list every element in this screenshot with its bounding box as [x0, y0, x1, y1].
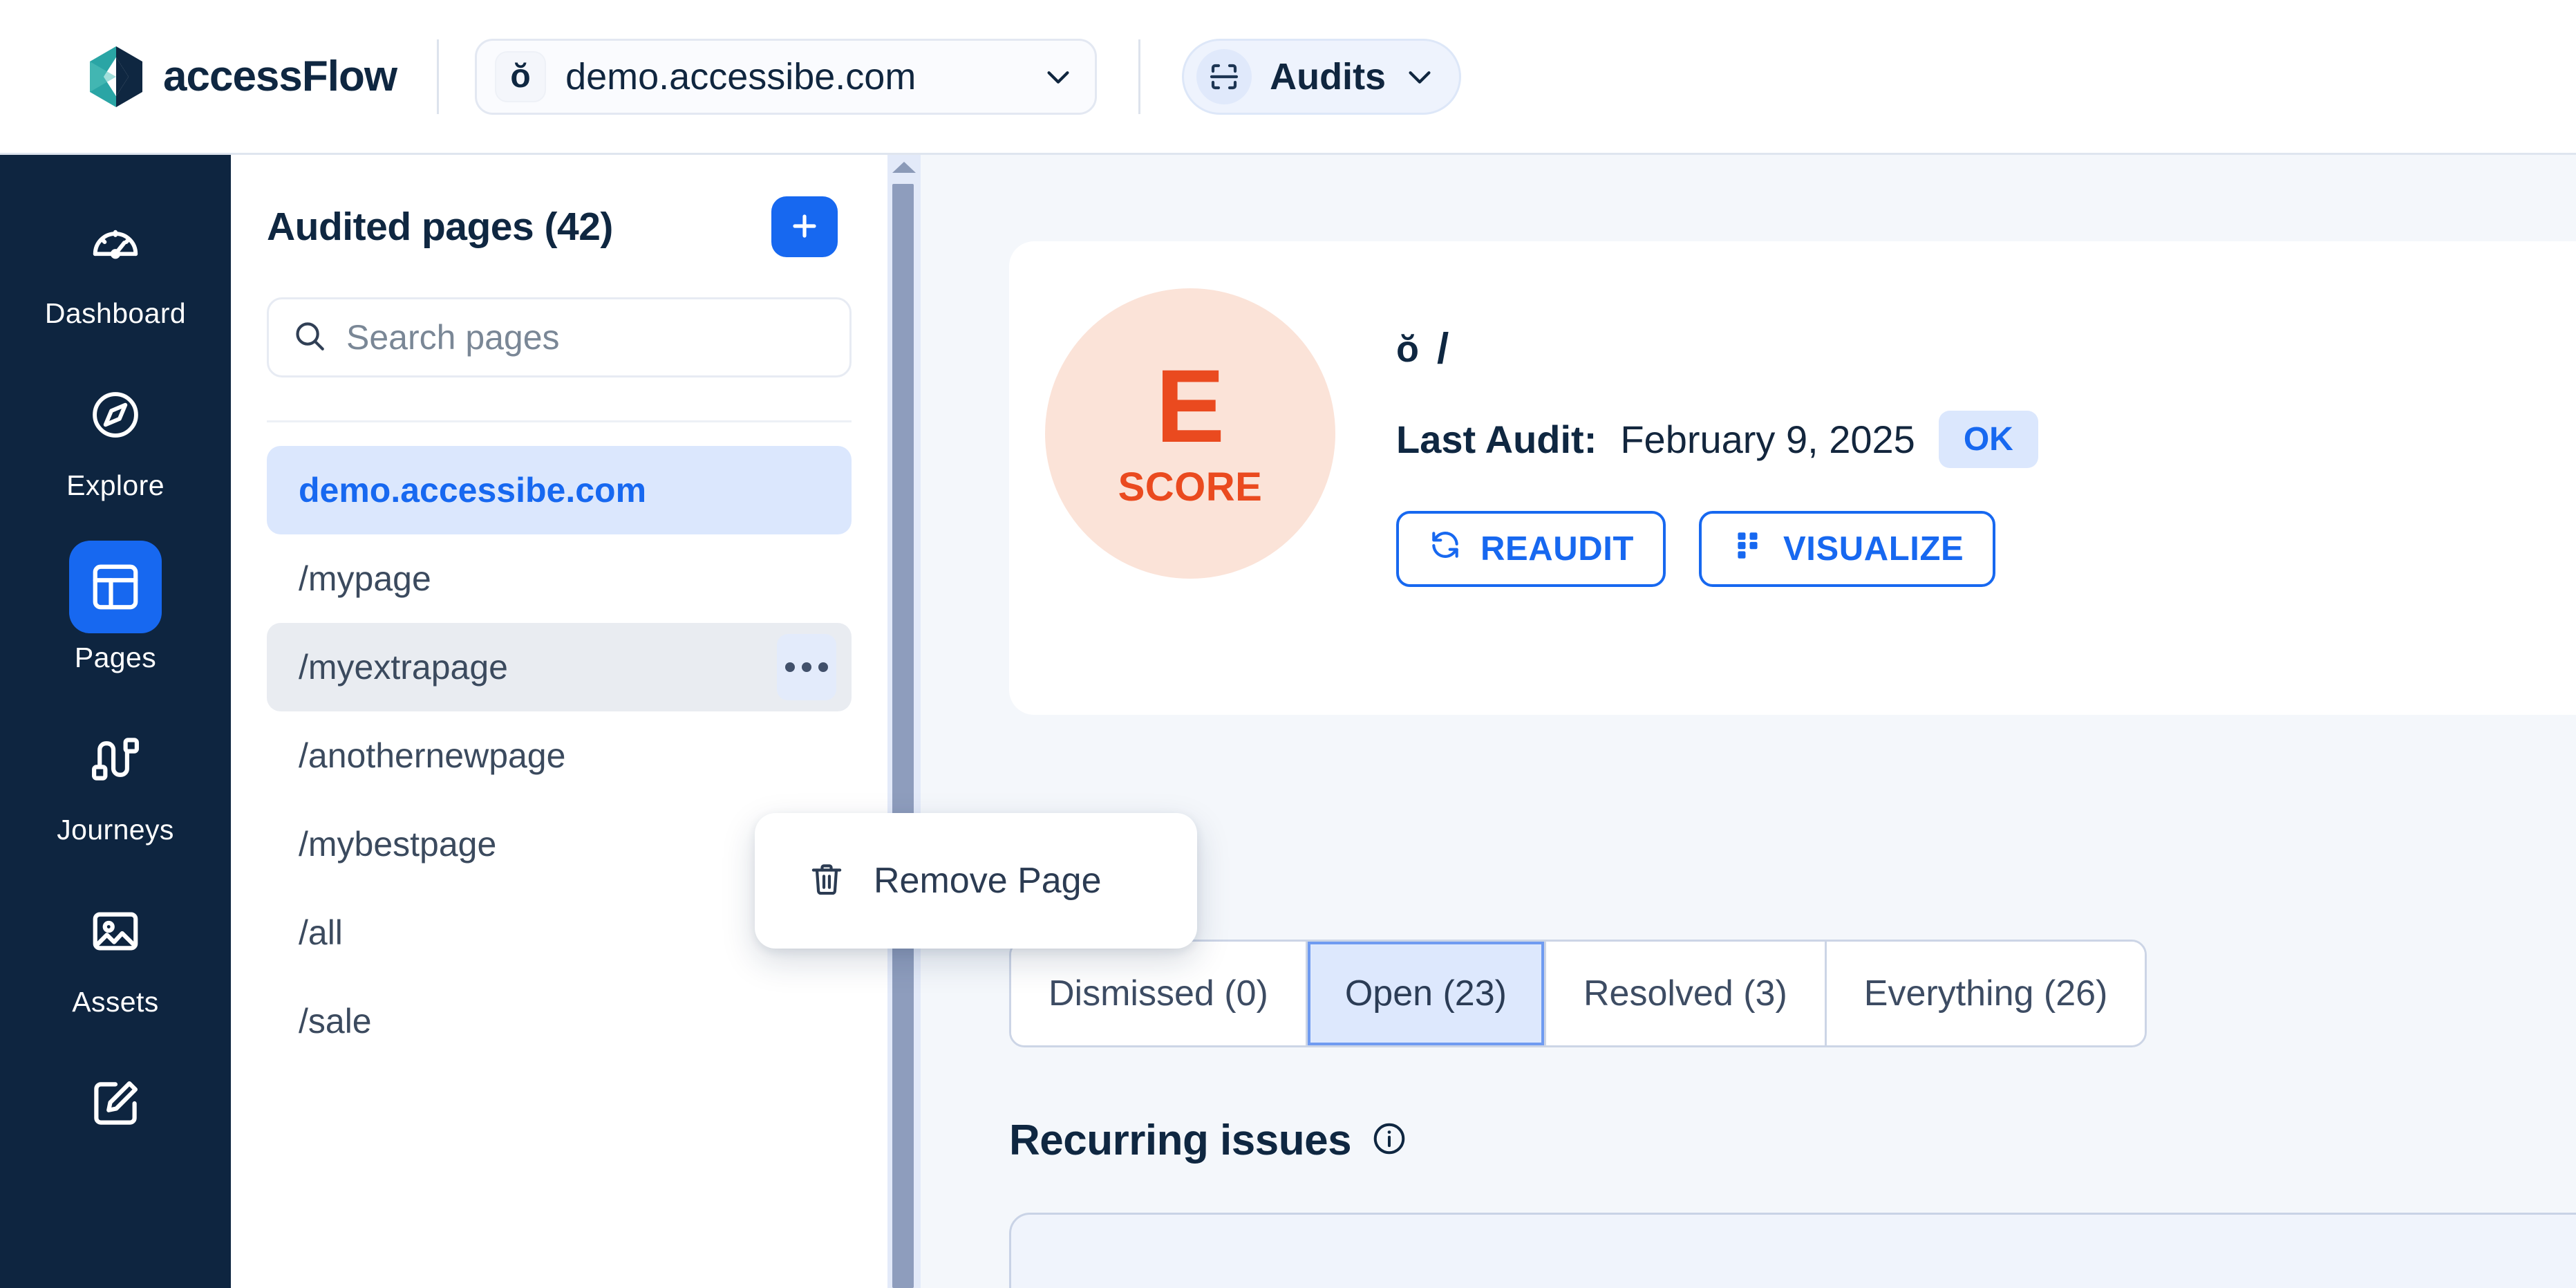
- scrollbar-thumb[interactable]: [892, 184, 914, 1288]
- reaudit-label: REAUDIT: [1480, 530, 1634, 568]
- score-word: SCORE: [1118, 464, 1263, 510]
- audit-actions: REAUDIT VISUALIZE: [1396, 511, 2038, 587]
- recurring-issue-card[interactable]: Issues affecting multiple pages (5): [1009, 1213, 2576, 1288]
- main-content: E SCORE ŏ / Last Audit: February 9, 2025…: [921, 155, 2576, 1288]
- scan-frame-icon: [1196, 48, 1252, 104]
- header-divider-1: [437, 39, 440, 114]
- list-item[interactable]: /mypage: [267, 534, 852, 623]
- audit-details: ŏ / Last Audit: February 9, 2025 OK REAU…: [1396, 288, 2038, 587]
- score-row: E SCORE ŏ / Last Audit: February 9, 2025…: [1009, 241, 2576, 587]
- breadcrumb: ŏ /: [1396, 324, 2038, 373]
- sidebar-item-edit[interactable]: [0, 1057, 231, 1158]
- last-audit-line: Last Audit: February 9, 2025 OK: [1396, 411, 2038, 468]
- search-pages-field[interactable]: [267, 297, 852, 377]
- brand-name: accessFlow: [163, 53, 397, 100]
- last-audit-label: Last Audit:: [1396, 418, 1597, 461]
- remove-page-menu-item[interactable]: Remove Page: [874, 860, 1102, 902]
- page-row-label: /mypage: [299, 559, 431, 598]
- compass-icon: [69, 368, 162, 461]
- info-circle-icon[interactable]: [1371, 1120, 1408, 1161]
- page-context-menu[interactable]: Remove Page: [755, 813, 1197, 949]
- issue-filter-tabs: Dismissed (0) Open (23) Resolved (3) Eve…: [1009, 940, 2147, 1047]
- app-root: accessFlow ŏ demo.accessibe.com Audits D…: [0, 0, 2576, 1288]
- sidebar-item-label: Dashboard: [44, 297, 187, 329]
- page-title: Audited pages (42): [267, 205, 613, 249]
- status-badge: OK: [1938, 411, 2038, 468]
- speedometer-icon: [69, 196, 162, 289]
- audits-label: Audits: [1270, 55, 1386, 97]
- more-horizontal-icon[interactable]: [777, 634, 836, 700]
- sidebar-item-pages[interactable]: Pages: [0, 541, 231, 674]
- flow-path-icon: [69, 713, 162, 805]
- page-row-label: /anothernewpage: [299, 736, 566, 775]
- last-audit-date: February 9, 2025: [1620, 418, 1915, 461]
- site-favicon-icon: ŏ: [495, 50, 547, 102]
- sidebar-item-explore[interactable]: Explore: [0, 368, 231, 502]
- add-page-button[interactable]: [771, 196, 838, 257]
- plus-icon: [788, 209, 821, 245]
- layout-panels-icon: [69, 541, 162, 633]
- recurring-issues-header: Recurring issues: [1009, 1116, 1408, 1165]
- page-row-label: /sale: [299, 1002, 372, 1040]
- tab-open[interactable]: Open (23): [1307, 942, 1546, 1045]
- search-icon: [292, 319, 327, 357]
- site-selector-label: demo.accessibe.com: [565, 55, 916, 97]
- tab-dismissed[interactable]: Dismissed (0): [1011, 942, 1308, 1045]
- hexagon-diamond-logo-icon: [88, 46, 144, 107]
- pages-scrollbar[interactable]: [887, 155, 921, 1288]
- audits-dropdown[interactable]: Audits: [1182, 38, 1462, 115]
- header-divider-2: [1138, 39, 1141, 114]
- sidebar-item-assets[interactable]: Assets: [0, 885, 231, 1018]
- scroll-up-arrow-icon[interactable]: [892, 162, 916, 173]
- search-input[interactable]: [346, 317, 826, 357]
- site-selector[interactable]: ŏ demo.accessibe.com: [475, 38, 1098, 115]
- sidebar-nav: Dashboard Explore Pages Journeys Assets: [0, 155, 231, 1288]
- list-divider: [267, 420, 852, 422]
- tab-resolved[interactable]: Resolved (3): [1545, 942, 1827, 1045]
- refresh-icon: [1428, 528, 1463, 570]
- page-favicon-icon: ŏ: [1396, 328, 1419, 370]
- sidebar-item-label: Assets: [72, 986, 159, 1018]
- list-item[interactable]: /sale: [267, 977, 852, 1065]
- sidebar-item-dashboard[interactable]: Dashboard: [0, 196, 231, 330]
- chevron-down-icon: [1404, 61, 1436, 93]
- chevron-down-icon: [1042, 61, 1074, 93]
- list-item[interactable]: demo.accessibe.com: [267, 446, 852, 534]
- brand-logo[interactable]: accessFlow: [88, 46, 397, 107]
- section-title: Recurring issues: [1009, 1117, 1352, 1164]
- visualize-label: VISUALIZE: [1783, 530, 1964, 568]
- page-row-label: /mybestpage: [299, 825, 497, 864]
- page-row-label: demo.accessibe.com: [299, 471, 647, 510]
- sidebar-item-label: Pages: [74, 642, 157, 673]
- score-badge: E SCORE: [1045, 288, 1335, 579]
- grid-dots-icon: [1731, 528, 1765, 570]
- image-icon: [69, 885, 162, 978]
- reaudit-button[interactable]: REAUDIT: [1396, 511, 1666, 587]
- audited-pages-panel: Audited pages (42) demo.accessibe.com: [231, 155, 887, 1288]
- sidebar-item-label: Explore: [66, 469, 164, 501]
- audit-summary-card: E SCORE ŏ / Last Audit: February 9, 2025…: [1009, 241, 2576, 715]
- top-bar: accessFlow ŏ demo.accessibe.com Audits: [0, 0, 2576, 155]
- square-pen-icon: [69, 1057, 162, 1150]
- list-item[interactable]: /myextrapage: [267, 623, 852, 711]
- audited-pages-header: Audited pages (42): [231, 155, 887, 257]
- page-row-label: /all: [299, 913, 343, 952]
- score-letter: E: [1155, 348, 1225, 465]
- tab-everything[interactable]: Everything (26): [1826, 942, 2145, 1045]
- visualize-button[interactable]: VISUALIZE: [1698, 511, 1996, 587]
- page-path-label: /: [1437, 325, 1449, 373]
- list-item[interactable]: /anothernewpage: [267, 711, 852, 800]
- trash-icon: [807, 860, 846, 902]
- page-list: demo.accessibe.com /mypage /myextrapage …: [267, 446, 852, 1065]
- sidebar-item-journeys[interactable]: Journeys: [0, 713, 231, 846]
- page-row-label: /myextrapage: [299, 648, 508, 687]
- sidebar-item-label: Journeys: [57, 814, 174, 846]
